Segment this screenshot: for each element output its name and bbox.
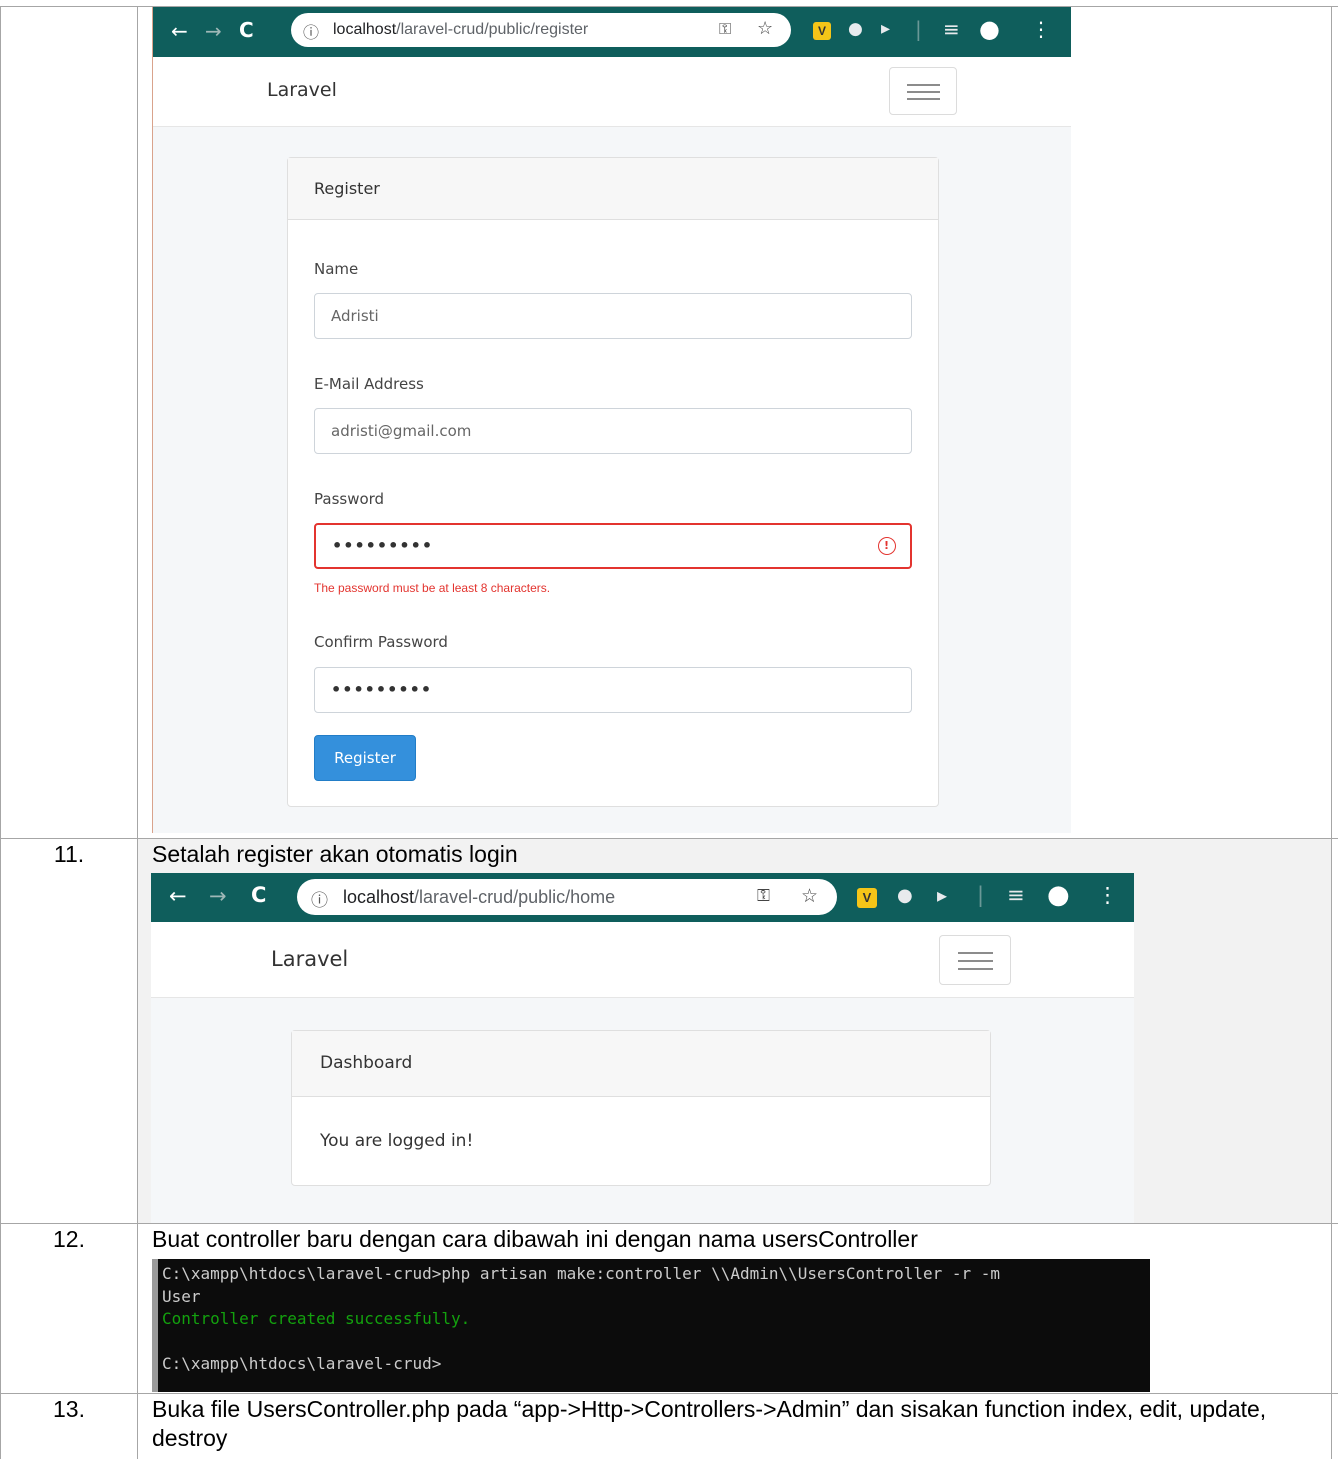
playlist-icon[interactable]: ≡: [1007, 883, 1025, 907]
globe-icon[interactable]: ●: [848, 19, 863, 39]
toolbar-divider: |: [977, 883, 985, 907]
step-text: Setalah register akan otomatis login: [152, 841, 518, 867]
address-bar[interactable]: ⓘ localhost/laravel-crud/public/register…: [291, 13, 791, 47]
table-row-step-12: 12. Buat controller baru dengan cara dib…: [0, 1223, 1338, 1393]
terminal-success-line: Controller created successfully.: [162, 1309, 471, 1328]
back-arrow-icon[interactable]: ←: [169, 884, 187, 908]
app-navbar: Laravel: [151, 922, 1134, 998]
app-content: Register Name Adristi E-Mail Address adr…: [153, 127, 1071, 833]
terminal-line: User: [162, 1286, 201, 1306]
table-row-step-11: 11. Setalah register akan otomatis login…: [0, 838, 1338, 1223]
register-button[interactable]: Register: [314, 735, 416, 781]
step-text: Buat controller baru dengan cara dibawah…: [152, 1226, 918, 1252]
key-icon[interactable]: ⚿: [719, 19, 731, 39]
more-menu-icon[interactable]: ⋮: [1097, 883, 1118, 907]
reload-icon[interactable]: C: [239, 18, 254, 42]
star-icon[interactable]: ☆: [757, 18, 773, 39]
card-title: Register: [314, 179, 380, 198]
terminal-line: C:\xampp\htdocs\laravel-crud>php artisan…: [162, 1264, 1001, 1283]
address-url: localhost/laravel-crud/public/register: [333, 21, 588, 39]
register-card: Register Name Adristi E-Mail Address adr…: [287, 157, 939, 807]
alert-icon: !: [878, 537, 896, 555]
extension-v-icon[interactable]: V: [857, 888, 877, 908]
star-icon[interactable]: ☆: [801, 885, 818, 907]
step-number: [0, 7, 138, 838]
step-content: Buka file UsersController.php pada “app-…: [138, 1394, 1332, 1459]
table-row-register: ← → C ⓘ localhost/laravel-crud/public/re…: [0, 6, 1338, 838]
url-path: /laravel-crud/public/register: [396, 21, 589, 38]
browser-toolbar: ← → C ⓘ localhost/laravel-crud/public/re…: [153, 7, 1071, 57]
home-browser-window: ← → C ⓘ localhost/laravel-crud/public/ho…: [151, 873, 1134, 1223]
app-content: Dashboard You are logged in!: [151, 998, 1134, 1223]
navbar-toggler-button[interactable]: [889, 67, 957, 115]
address-bar[interactable]: ⓘ localhost/laravel-crud/public/home ⚿ ☆: [297, 879, 837, 915]
card-header: Register: [288, 158, 938, 220]
more-menu-icon[interactable]: ⋮: [1031, 17, 1051, 41]
password-value: •••••••••: [332, 536, 434, 555]
hamburger-icon-bar: [906, 91, 940, 93]
hamburger-icon-bar: [957, 968, 993, 970]
command-prompt-terminal: C:\xampp\htdocs\laravel-crud>php artisan…: [152, 1259, 1150, 1392]
toolbar-divider: |: [915, 17, 922, 41]
play-extension-icon[interactable]: ▸: [937, 883, 947, 907]
step-number: 13.: [0, 1394, 138, 1459]
navbar-brand[interactable]: Laravel: [267, 79, 337, 101]
url-host: localhost: [343, 887, 415, 907]
account-icon[interactable]: ●: [979, 15, 1000, 43]
extension-v-icon[interactable]: V: [813, 22, 831, 40]
register-browser-window: ← → C ⓘ localhost/laravel-crud/public/re…: [152, 7, 1071, 833]
email-label: E-Mail Address: [314, 375, 424, 393]
document-table: ← → C ⓘ localhost/laravel-crud/public/re…: [0, 0, 1338, 1459]
step-number: 12.: [0, 1224, 138, 1393]
forward-arrow-icon[interactable]: →: [209, 884, 227, 908]
hamburger-icon: [957, 952, 993, 954]
forward-arrow-icon[interactable]: →: [205, 19, 222, 43]
terminal-prompt: C:\xampp\htdocs\laravel-crud>: [162, 1354, 442, 1373]
card-body-text: You are logged in!: [320, 1131, 474, 1151]
playlist-icon[interactable]: ≡: [943, 17, 960, 41]
navbar-toggler-button[interactable]: [939, 935, 1011, 985]
step-content: Buat controller baru dengan cara dibawah…: [138, 1224, 1332, 1393]
name-input[interactable]: Adristi: [314, 293, 912, 339]
site-info-icon[interactable]: ⓘ: [303, 19, 319, 43]
table-row-step-13: 13. Buka file UsersController.php pada “…: [0, 1393, 1338, 1459]
confirm-password-label: Confirm Password: [314, 633, 448, 651]
hamburger-icon-bar: [957, 960, 993, 962]
play-extension-icon[interactable]: ▸: [881, 18, 890, 39]
password-input[interactable]: ••••••••• !: [314, 523, 912, 569]
globe-icon[interactable]: ●: [897, 885, 913, 906]
hamburger-icon-bar: [906, 98, 940, 100]
key-icon[interactable]: ⚿: [757, 886, 770, 906]
step-content: ← → C ⓘ localhost/laravel-crud/public/re…: [138, 7, 1332, 838]
dashboard-card: Dashboard You are logged in!: [291, 1030, 991, 1186]
site-info-icon[interactable]: ⓘ: [311, 886, 328, 911]
address-url: localhost/laravel-crud/public/home: [343, 887, 615, 908]
reload-icon[interactable]: C: [251, 883, 266, 907]
step-content: Setalah register akan otomatis login ← →…: [138, 839, 1332, 1223]
hamburger-icon: [906, 84, 940, 86]
email-input[interactable]: adristi@gmail.com: [314, 408, 912, 454]
name-label: Name: [314, 260, 359, 278]
step-number: 11.: [0, 839, 138, 1223]
back-arrow-icon[interactable]: ←: [171, 19, 188, 43]
url-path: /laravel-crud/public/home: [414, 887, 616, 907]
confirm-password-input[interactable]: •••••••••: [314, 667, 912, 713]
app-navbar: Laravel: [153, 57, 1071, 127]
navbar-brand[interactable]: Laravel: [271, 947, 348, 971]
url-host: localhost: [333, 21, 397, 38]
password-label: Password: [314, 490, 385, 508]
account-icon[interactable]: ●: [1047, 880, 1070, 910]
password-error-message: The password must be at least 8 characte…: [314, 581, 551, 595]
step-text: Buka file UsersController.php pada “app-…: [152, 1396, 1267, 1451]
card-title: Dashboard: [320, 1053, 413, 1073]
browser-toolbar: ← → C ⓘ localhost/laravel-crud/public/ho…: [151, 873, 1134, 922]
card-header: Dashboard: [292, 1031, 990, 1097]
